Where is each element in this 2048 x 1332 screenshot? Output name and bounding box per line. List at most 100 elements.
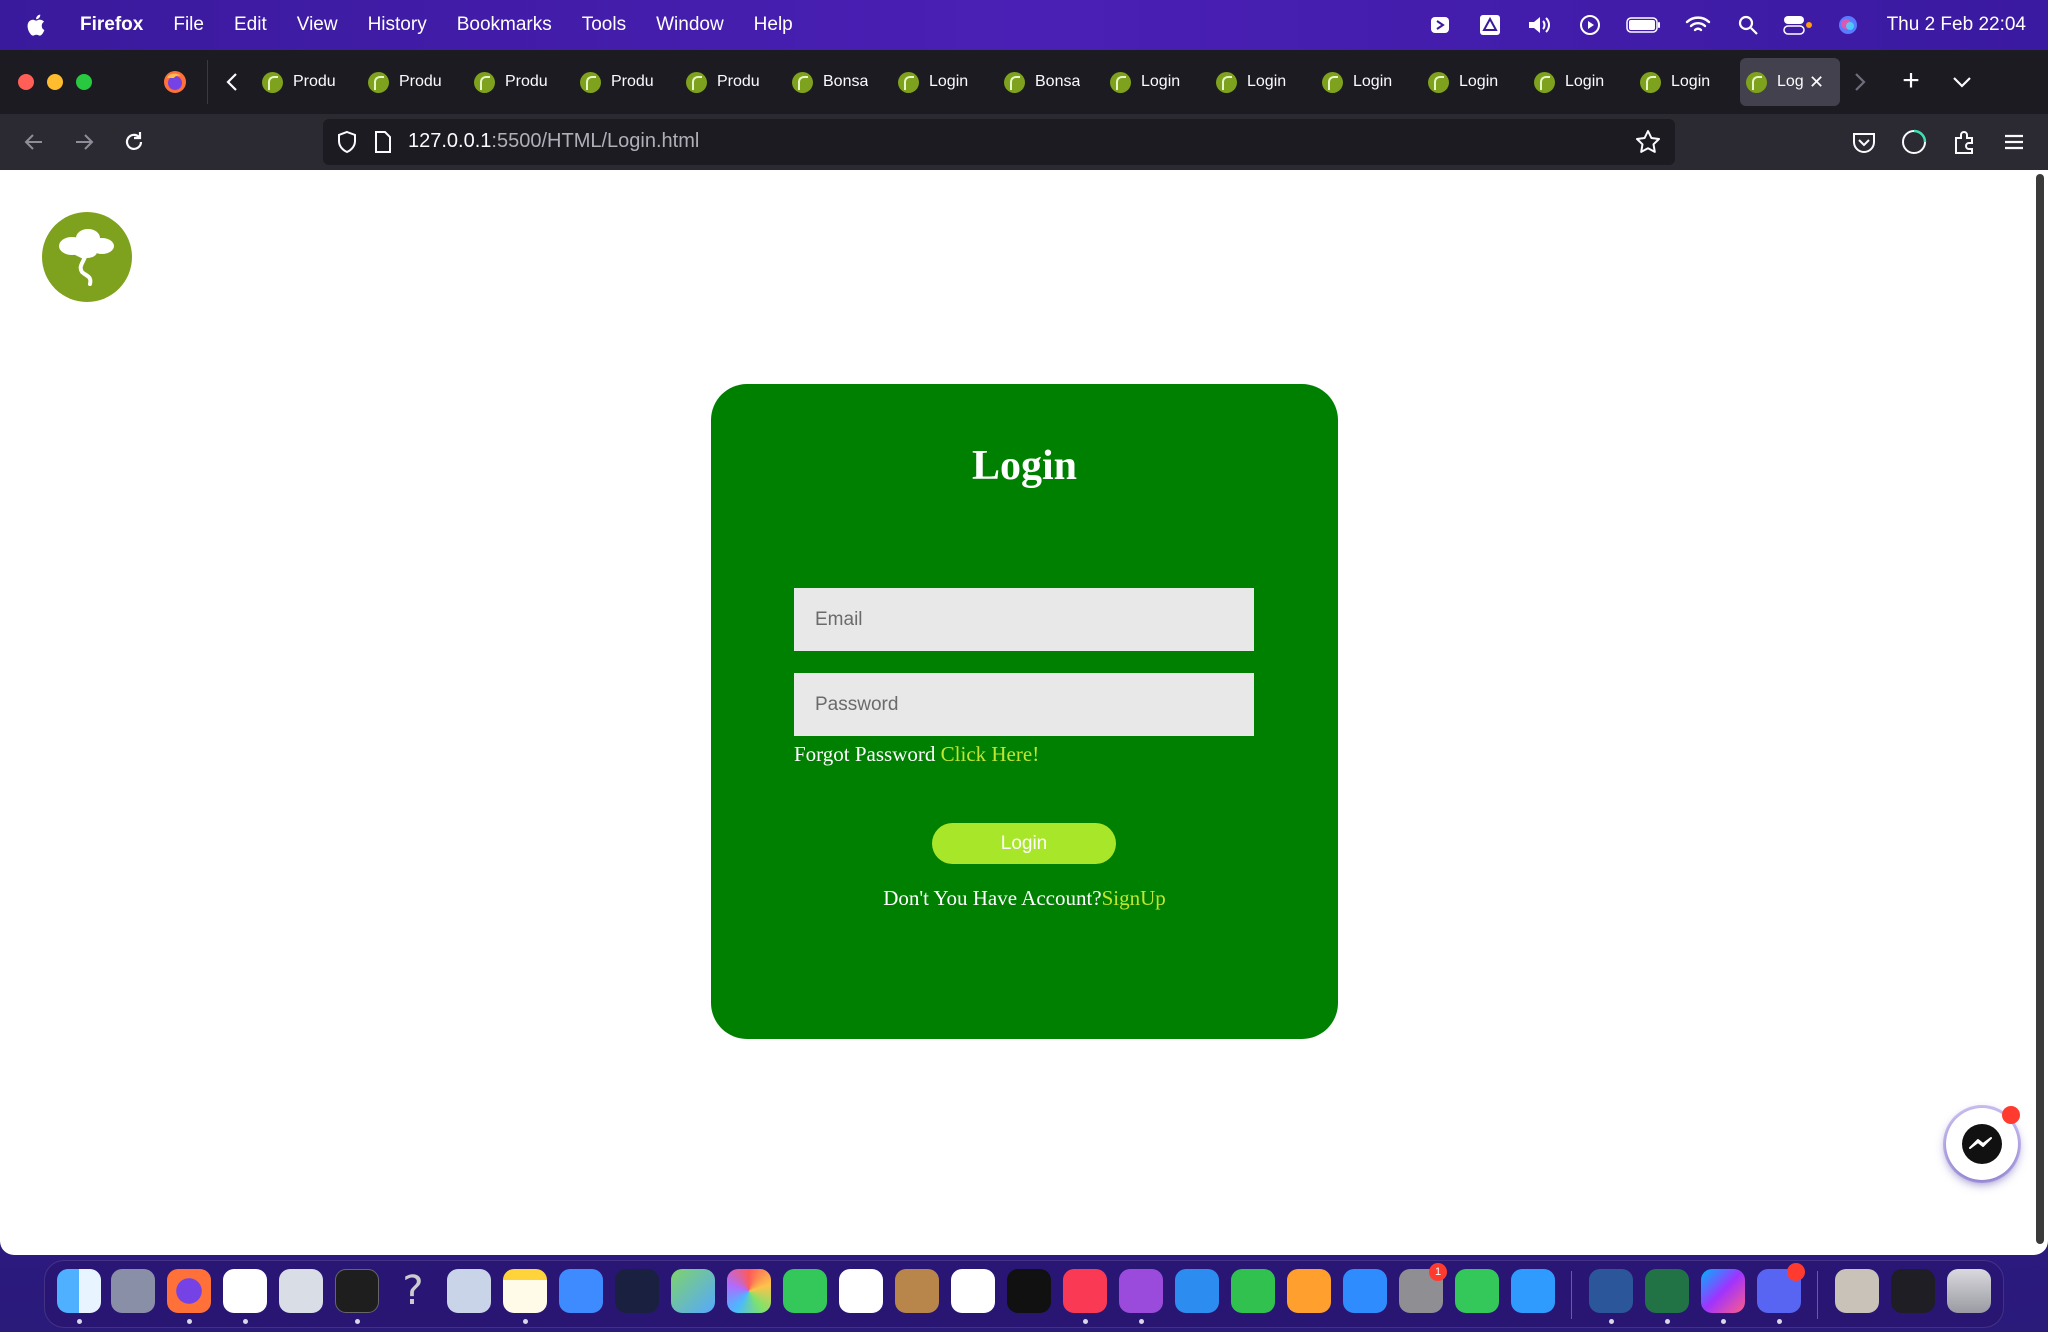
tab-scroll-right-icon[interactable] (1848, 68, 1870, 96)
forward-arrow-icon[interactable] (70, 128, 98, 156)
battery-icon[interactable] (1625, 14, 1663, 36)
vpn-icon[interactable] (279, 1269, 323, 1313)
messenger-chat-button[interactable] (1946, 1106, 2020, 1180)
help-icon[interactable]: ? (391, 1269, 435, 1313)
bookmark-star-icon[interactable] (1635, 129, 1661, 155)
page-info-icon[interactable] (373, 130, 393, 154)
launchpad-icon[interactable] (111, 1269, 155, 1313)
browser-tab[interactable]: Produ (680, 58, 786, 106)
reload-icon[interactable] (120, 128, 148, 156)
menu-file[interactable]: File (173, 14, 204, 36)
wifi-icon[interactable] (1683, 14, 1713, 36)
finder-icon[interactable] (57, 1269, 101, 1313)
menu-edit[interactable]: Edit (234, 14, 267, 36)
pages-icon[interactable] (1287, 1269, 1331, 1313)
browser-tab[interactable]: Produ (574, 58, 680, 106)
close-window-button[interactable] (18, 74, 34, 90)
browser-tab[interactable]: Produ (468, 58, 574, 106)
numbers-icon[interactable] (1231, 1269, 1275, 1313)
music-icon[interactable] (1063, 1269, 1107, 1313)
browser-tab[interactable]: Produ (256, 58, 362, 106)
browser-tab[interactable]: Login (1210, 58, 1316, 106)
bonsai-logo[interactable] (42, 212, 132, 302)
play-icon[interactable] (1575, 14, 1605, 36)
calendar-icon[interactable] (839, 1269, 883, 1313)
email-input[interactable] (794, 588, 1254, 651)
siri-icon[interactable] (1833, 14, 1863, 36)
tracking-protection-shield-icon[interactable] (335, 130, 359, 154)
profile-photo-icon[interactable] (1835, 1269, 1879, 1313)
messenger-app-icon[interactable] (1701, 1269, 1745, 1313)
messenger-icon (1962, 1124, 2002, 1164)
menu-history[interactable]: History (368, 14, 427, 36)
terminal-icon[interactable] (335, 1269, 379, 1313)
browser-tab[interactable]: Bonsa (998, 58, 1104, 106)
menu-bookmarks[interactable]: Bookmarks (457, 14, 552, 36)
keynote-icon[interactable] (1175, 1269, 1219, 1313)
facetime-icon[interactable] (783, 1269, 827, 1313)
menu-view[interactable]: View (297, 14, 338, 36)
app-store-icon[interactable] (1343, 1269, 1387, 1313)
apple-menu-icon[interactable] (24, 12, 50, 38)
bonsai-favicon-icon (368, 71, 389, 93)
firefox-view-icon[interactable] (163, 70, 187, 94)
menu-app-name[interactable]: Firefox (80, 14, 143, 36)
notes-icon[interactable] (503, 1269, 547, 1313)
url-bar[interactable]: 127.0.0.1:5500/HTML/Login.html (323, 119, 1675, 165)
forgot-password-link[interactable]: Click Here! (941, 742, 1040, 766)
browser-tab[interactable]: Login (1104, 58, 1210, 106)
account-sync-icon[interactable] (1900, 128, 1928, 156)
new-tab-icon[interactable]: + (1896, 66, 1926, 96)
browser-tab[interactable]: Bonsa (786, 58, 892, 106)
mail-icon[interactable] (559, 1269, 603, 1313)
word-icon[interactable] (1589, 1269, 1633, 1313)
podcasts-icon[interactable] (1119, 1269, 1163, 1313)
close-tab-icon[interactable]: ✕ (1809, 72, 1824, 93)
netflix-icon[interactable] (615, 1269, 659, 1313)
signup-link[interactable]: SignUp (1102, 886, 1166, 910)
safari-icon[interactable] (1511, 1269, 1555, 1313)
login-button[interactable]: Login (932, 823, 1116, 864)
volume-icon[interactable] (1525, 14, 1555, 36)
macos-menubar: Firefox File Edit View History Bookmarks… (0, 0, 2048, 50)
pocket-icon[interactable] (1850, 128, 1878, 156)
menu-help[interactable]: Help (754, 14, 793, 36)
contacts-icon[interactable] (895, 1269, 939, 1313)
browser-tab[interactable]: Produ (362, 58, 468, 106)
firefox-icon[interactable] (167, 1269, 211, 1313)
maps-icon[interactable] (671, 1269, 715, 1313)
password-input[interactable] (794, 673, 1254, 736)
vscode-icon[interactable] (223, 1269, 267, 1313)
back-arrow-icon[interactable] (20, 128, 48, 156)
menu-window[interactable]: Window (656, 14, 724, 36)
fullscreen-window-button[interactable] (76, 74, 92, 90)
search-icon[interactable] (1733, 14, 1763, 36)
running-indicator (1609, 1319, 1614, 1324)
browser-tab[interactable]: Login (892, 58, 998, 106)
tab-scroll-left-icon[interactable] (222, 68, 244, 96)
settings-utility-icon[interactable] (447, 1269, 491, 1313)
active-browser-tab[interactable]: Log ✕ (1740, 58, 1840, 106)
reminders-icon[interactable] (951, 1269, 995, 1313)
page-scrollbar[interactable] (2036, 174, 2044, 1244)
menu-tools[interactable]: Tools (582, 14, 626, 36)
minimize-window-button[interactable] (47, 74, 63, 90)
apple-tv-icon[interactable] (1007, 1269, 1051, 1313)
url-text[interactable]: 127.0.0.1:5500/HTML/Login.html (408, 130, 699, 153)
list-all-tabs-icon[interactable] (1948, 68, 1976, 96)
browser-tab[interactable]: Login (1422, 58, 1528, 106)
bluetooth-headphones-icon[interactable] (1425, 14, 1455, 36)
trash-icon[interactable] (1947, 1269, 1991, 1313)
browser-tab[interactable]: Login (1634, 58, 1740, 106)
messages-icon[interactable] (1455, 1269, 1499, 1313)
hamburger-menu-icon[interactable] (2000, 128, 2028, 156)
control-center-icon[interactable] (1782, 14, 1813, 36)
browser-tab[interactable]: Login (1316, 58, 1422, 106)
menubar-clock[interactable]: Thu 2 Feb 22:04 (1887, 14, 2026, 36)
browser-tab[interactable]: Login (1528, 58, 1634, 106)
screenshot-icon[interactable] (1891, 1269, 1935, 1313)
photos-icon[interactable] (727, 1269, 771, 1313)
drive-icon[interactable] (1475, 14, 1505, 36)
excel-icon[interactable] (1645, 1269, 1689, 1313)
extensions-puzzle-icon[interactable] (1950, 128, 1978, 156)
